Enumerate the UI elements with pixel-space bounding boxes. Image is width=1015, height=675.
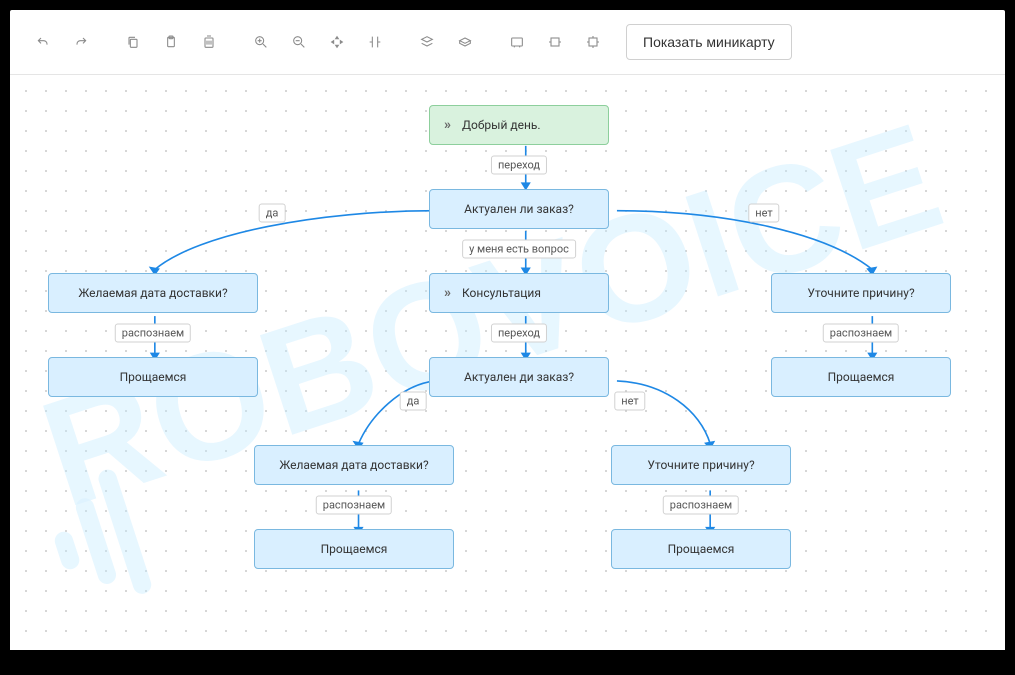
canvas-container: ROBOVOICE	[10, 75, 1005, 650]
zoom-in-icon[interactable]	[246, 27, 276, 57]
node-subflow[interactable]: » Консультация	[429, 273, 609, 313]
node-q[interactable]: Актуален ди заказ?	[429, 357, 609, 397]
toolbar: Показать миникарту	[10, 10, 1005, 75]
node-q[interactable]: Уточните причину?	[611, 445, 791, 485]
node-label: Желаемая дата доставки?	[78, 286, 227, 300]
node-label: Актуален ли заказ?	[464, 202, 574, 216]
redo-icon[interactable]	[66, 27, 96, 57]
node-label: Прощаемся	[828, 370, 895, 384]
edge-label[interactable]: распознаем	[115, 324, 191, 343]
align-icon[interactable]	[360, 27, 390, 57]
app-window: Показать миникарту ROBOVOICE	[10, 10, 1005, 650]
chevron-right-icon: »	[444, 285, 448, 301]
node-end[interactable]: Прощаемся	[771, 357, 951, 397]
node-start[interactable]: » Добрый день.	[429, 105, 609, 145]
edge-label[interactable]: переход	[491, 156, 547, 175]
node-label: Актуален ди заказ?	[464, 370, 574, 384]
node-q[interactable]: Желаемая дата доставки?	[48, 273, 258, 313]
paste-icon[interactable]	[156, 27, 186, 57]
node-label: Уточните причину?	[647, 458, 754, 472]
node-label: Прощаемся	[668, 542, 735, 556]
node-label: Прощаемся	[321, 542, 388, 556]
edge-label[interactable]: переход	[491, 324, 547, 343]
expand-icon[interactable]	[502, 27, 532, 57]
copy-icon[interactable]	[118, 27, 148, 57]
bring-front-icon[interactable]	[412, 27, 442, 57]
edge-label[interactable]: распознаем	[316, 496, 392, 515]
edge-label[interactable]: нет	[748, 204, 779, 223]
send-back-icon[interactable]	[450, 27, 480, 57]
canvas[interactable]: ROBOVOICE	[16, 81, 999, 644]
chevron-right-icon: »	[444, 117, 448, 133]
edge-label[interactable]: нет	[614, 392, 645, 411]
edge-label[interactable]: распознаем	[663, 496, 739, 515]
zoom-out-icon[interactable]	[284, 27, 314, 57]
undo-icon[interactable]	[28, 27, 58, 57]
edge-label[interactable]: распознаем	[823, 324, 899, 343]
node-q[interactable]: Актуален ли заказ?	[429, 189, 609, 229]
cut-icon[interactable]	[194, 27, 224, 57]
node-end[interactable]: Прощаемся	[611, 529, 791, 569]
node-label: Желаемая дата доставки?	[279, 458, 428, 472]
node-label: Консультация	[462, 286, 541, 300]
edge-label[interactable]: да	[259, 204, 286, 223]
edge-label[interactable]: у меня есть вопрос	[462, 240, 576, 259]
auto-fit-icon[interactable]	[322, 27, 352, 57]
node-label: Добрый день.	[462, 118, 541, 132]
node-label: Уточните причину?	[807, 286, 914, 300]
show-minimap-button[interactable]: Показать миникарту	[626, 24, 792, 60]
node-end[interactable]: Прощаемся	[48, 357, 258, 397]
node-q[interactable]: Уточните причину?	[771, 273, 951, 313]
edge-label[interactable]: да	[400, 392, 427, 411]
collapse-h-icon[interactable]	[540, 27, 570, 57]
collapse-all-icon[interactable]	[578, 27, 608, 57]
node-label: Прощаемся	[120, 370, 187, 384]
node-end[interactable]: Прощаемся	[254, 529, 454, 569]
node-q[interactable]: Желаемая дата доставки?	[254, 445, 454, 485]
